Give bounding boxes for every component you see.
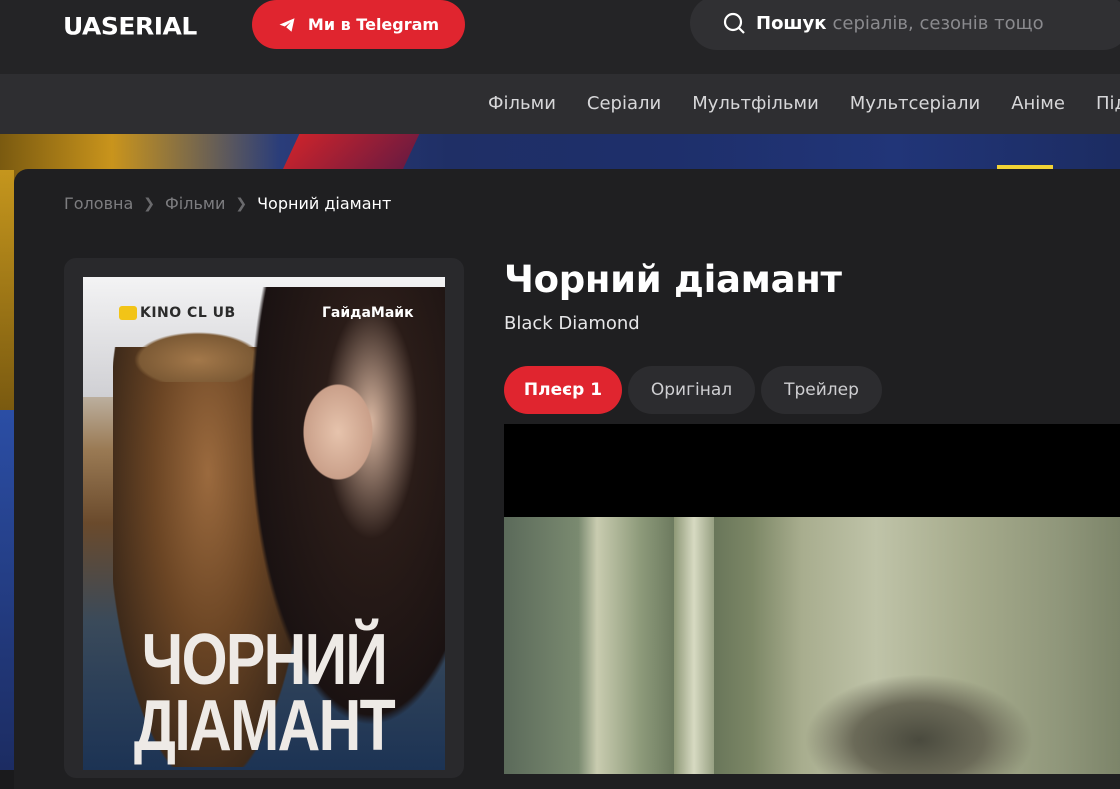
nav-item-films[interactable]: Фільми (488, 93, 556, 114)
original-title: Black Diamond (504, 313, 640, 334)
page-title: Чорний діамант (504, 258, 842, 301)
telegram-button-label: Ми в Telegram (307, 15, 440, 34)
chevron-right-icon: ❯ (235, 195, 248, 212)
poster-image: KINO CL UB ГайдаМайк ЧОРНИЙ ДІАМАНТ (83, 277, 445, 770)
tab-original[interactable]: Оригінал (628, 366, 755, 414)
tab-trailer[interactable]: Трейлер (761, 366, 882, 414)
site-logo[interactable]: UASERIAL (63, 13, 197, 41)
main-nav: Фільми Серіали Мультфільми Мультсеріали … (488, 93, 1120, 114)
nav-item-animated-series[interactable]: Мультсеріали (850, 93, 980, 114)
search-input[interactable]: Пошук серіалів, сезонів тощо (690, 0, 1120, 50)
banner-red-shape (280, 134, 420, 174)
breadcrumb: Головна ❯ Фільми ❯ Чорний діамант (64, 194, 391, 213)
search-placeholder: серіалів, сезонів тощо (832, 12, 1044, 34)
telegram-button[interactable]: Ми в Telegram (252, 0, 465, 49)
nav-item-more[interactable]: Під (1096, 93, 1120, 114)
breadcrumb-home[interactable]: Головна (64, 194, 133, 213)
tab-player-1[interactable]: Плеєр 1 (504, 366, 622, 414)
poster-title: ЧОРНИЙ ДІАМАНТ (133, 620, 396, 766)
search-label: Пошук (756, 12, 827, 34)
nav-item-cartoons[interactable]: Мультфільми (692, 93, 819, 114)
banner-gold-edge (0, 170, 14, 410)
dub-studio-label: ГайдаМайк (322, 305, 414, 321)
chevron-right-icon: ❯ (143, 195, 155, 212)
nav-item-series[interactable]: Серіали (587, 93, 661, 114)
nav-item-anime[interactable]: Аніме (1011, 93, 1065, 114)
video-player[interactable] (504, 424, 1120, 774)
studio-logo: KINO CL UB (119, 305, 236, 321)
poster-face (298, 377, 378, 487)
banner-blue-edge (0, 410, 14, 770)
player-tabs: Плеєр 1 Оригінал Трейлер (504, 366, 882, 414)
search-icon (723, 12, 745, 34)
breadcrumb-section[interactable]: Фільми (165, 194, 225, 213)
telegram-icon (279, 17, 295, 32)
breadcrumb-current: Чорний діамант (257, 194, 392, 213)
